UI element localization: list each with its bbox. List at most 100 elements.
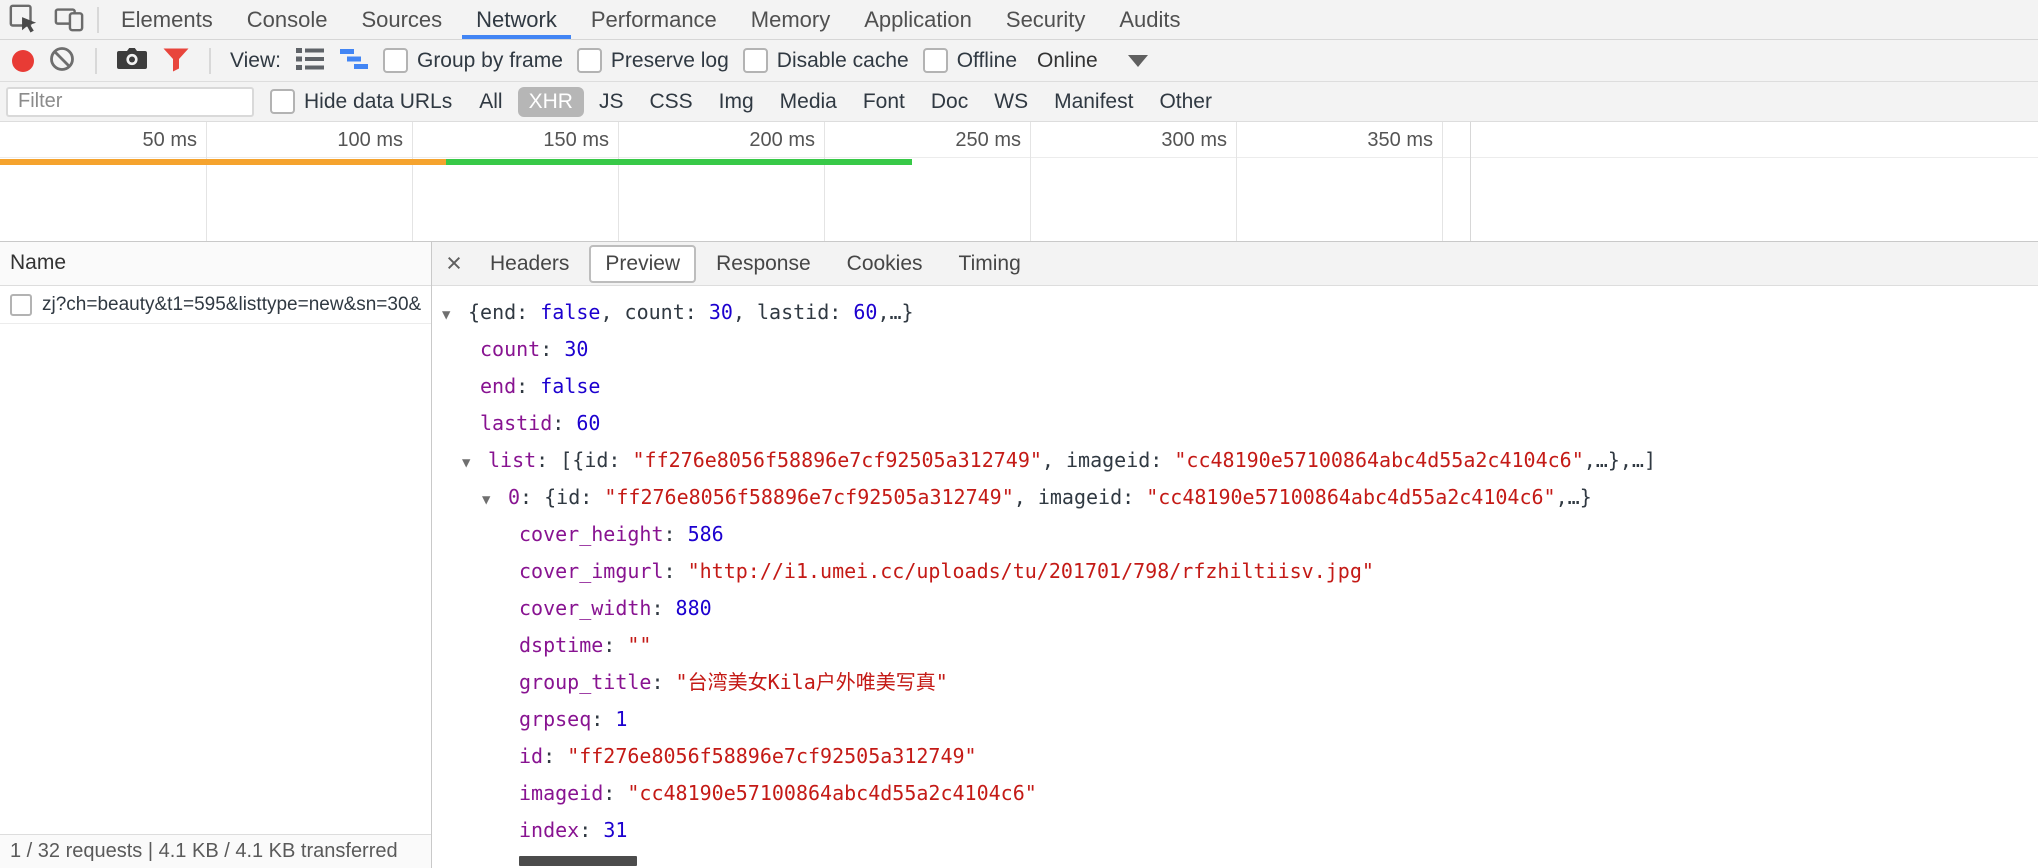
detail-tab-preview[interactable]: Preview [589, 245, 696, 283]
timeline-gridline [412, 122, 413, 241]
view-label: View: [230, 49, 281, 73]
json-str-token: "http://i1.umei.cc/uploads/tu/201701/798… [688, 559, 1374, 583]
preview-row[interactable]: ▼{end: false, count: 30, lastid: 60,…} [432, 294, 2038, 331]
tab-security[interactable]: Security [989, 0, 1102, 39]
preserve-log-label: Preserve log [611, 49, 729, 73]
preview-row[interactable]: cover_width: 880 [432, 590, 2038, 627]
disclosure-triangle-icon[interactable]: ▼ [442, 297, 468, 331]
name-column-header[interactable]: Name [0, 242, 431, 286]
preview-row[interactable]: cover_height: 586 [432, 516, 2038, 553]
json-num-token: false [540, 374, 600, 398]
preview-row[interactable]: ▼0: {id: "ff276e8056f58896e7cf92505a3127… [432, 479, 2038, 516]
preview-row[interactable]: id: "ff276e8056f58896e7cf92505a312749" [432, 738, 2038, 775]
inspect-element-button[interactable] [0, 0, 46, 39]
show-overview-toggle[interactable] [339, 46, 369, 75]
overview-load-bar [0, 159, 446, 165]
detail-tab-timing[interactable]: Timing [943, 245, 1037, 283]
toolbar-divider [209, 48, 211, 74]
disclosure-triangle-icon[interactable]: ▼ [482, 482, 508, 516]
group-by-frame-checkbox[interactable]: Group by frame [383, 48, 563, 73]
preserve-log-checkbox[interactable]: Preserve log [577, 48, 729, 73]
json-plain-token: ,…},…] [1584, 448, 1656, 472]
timeline-end-boundary [1470, 122, 1471, 241]
capture-screenshots-button[interactable] [116, 46, 148, 75]
disable-cache-checkbox[interactable]: Disable cache [743, 48, 909, 73]
preview-tree: ▼{end: false, count: 30, lastid: 60,…}co… [432, 286, 2038, 868]
json-key-token: grpseq [519, 707, 591, 731]
tab-application[interactable]: Application [847, 0, 989, 39]
json-num-token: false [540, 300, 600, 324]
offline-checkbox[interactable]: Offline [923, 48, 1017, 73]
timeline-overview[interactable]: 50 ms100 ms150 ms200 ms250 ms300 ms350 m… [0, 122, 2038, 242]
devtools-window: ElementsConsoleSourcesNetworkPerformance… [0, 0, 2038, 868]
tab-sources[interactable]: Sources [344, 0, 459, 39]
preview-row[interactable]: grpseq: 1 [432, 701, 2038, 738]
filter-type-other[interactable]: Other [1148, 87, 1223, 117]
network-filter-toggle-button[interactable] [162, 46, 190, 75]
filter-type-css[interactable]: CSS [638, 87, 703, 117]
json-str-token: "" [627, 633, 651, 657]
panel-tabs: ElementsConsoleSourcesNetworkPerformance… [104, 0, 1198, 39]
json-plain-token: , imageid: [1014, 485, 1146, 509]
filter-type-all[interactable]: All [468, 87, 513, 117]
tab-memory[interactable]: Memory [734, 0, 847, 39]
filter-type-manifest[interactable]: Manifest [1043, 87, 1144, 117]
json-plain-token: , imageid: [1042, 448, 1174, 472]
device-toolbar-button[interactable] [46, 0, 92, 39]
checkbox-box [383, 48, 408, 73]
preview-row[interactable]: cover_imgurl: "http://i1.umei.cc/uploads… [432, 553, 2038, 590]
large-request-rows-toggle[interactable] [295, 46, 325, 75]
throttling-select[interactable]: Online [1037, 49, 1148, 73]
hide-data-urls-checkbox[interactable]: Hide data URLs [270, 89, 452, 114]
json-plain-token: : [603, 781, 627, 805]
timeline-gridline [1442, 122, 1443, 241]
filter-type-js[interactable]: JS [588, 87, 635, 117]
filter-type-font[interactable]: Font [852, 87, 916, 117]
tab-elements[interactable]: Elements [104, 0, 230, 39]
filter-type-xhr[interactable]: XHR [518, 87, 584, 117]
json-key-token: id [519, 744, 543, 768]
timeline-gridline [206, 122, 207, 241]
json-plain-token: : [651, 670, 675, 694]
timeline-tick-label: 100 ms [337, 122, 412, 158]
detail-tab-cookies[interactable]: Cookies [831, 245, 939, 283]
filter-type-ws[interactable]: WS [983, 87, 1039, 117]
record-button[interactable] [12, 50, 34, 72]
tab-performance[interactable]: Performance [574, 0, 734, 39]
json-plain-token: {end: [468, 300, 540, 324]
disclosure-triangle-icon[interactable]: ▼ [462, 445, 488, 479]
preview-row[interactable]: group_title: "台湾美女Kila户外唯美写真" [432, 664, 2038, 701]
panel-tabbar: ElementsConsoleSourcesNetworkPerformance… [0, 0, 2038, 40]
clear-button[interactable] [48, 45, 76, 76]
filter-input[interactable] [6, 87, 254, 117]
filter-type-doc[interactable]: Doc [920, 87, 979, 117]
hide-data-urls-label: Hide data URLs [304, 90, 452, 114]
tab-network[interactable]: Network [459, 0, 574, 39]
request-row[interactable]: zj?ch=beauty&t1=595&listtype=new&sn=30&l… [0, 286, 431, 324]
preview-row[interactable]: index: 31 [432, 812, 2038, 849]
detail-tab-headers[interactable]: Headers [474, 245, 585, 283]
chevron-down-icon [1128, 55, 1148, 67]
waterfall-overview-icon [339, 46, 369, 75]
filter-type-img[interactable]: Img [708, 87, 765, 117]
camera-icon [116, 46, 148, 75]
tab-audits[interactable]: Audits [1102, 0, 1197, 39]
preview-row[interactable]: count: 30 [432, 331, 2038, 368]
timeline-gridline [824, 122, 825, 241]
preview-row[interactable]: dsptime: "" [432, 627, 2038, 664]
json-plain-token: , count: [600, 300, 708, 324]
filter-type-media[interactable]: Media [769, 87, 848, 117]
json-str-token: "ff276e8056f58896e7cf92505a312749" [567, 744, 976, 768]
inspect-cursor-icon [8, 3, 38, 36]
request-checkbox[interactable] [10, 294, 32, 316]
throttling-value: Online [1037, 49, 1098, 73]
json-key-token: group_title [519, 670, 651, 694]
close-detail-button[interactable]: × [436, 248, 472, 279]
tab-console[interactable]: Console [230, 0, 345, 39]
json-plain-token: : [552, 411, 576, 435]
preview-row[interactable]: end: false [432, 368, 2038, 405]
detail-tab-response[interactable]: Response [700, 245, 827, 283]
preview-row[interactable]: lastid: 60 [432, 405, 2038, 442]
preview-row[interactable]: ▼list: [{id: "ff276e8056f58896e7cf92505a… [432, 442, 2038, 479]
preview-row[interactable]: imageid: "cc48190e57100864abc4d55a2c4104… [432, 775, 2038, 812]
